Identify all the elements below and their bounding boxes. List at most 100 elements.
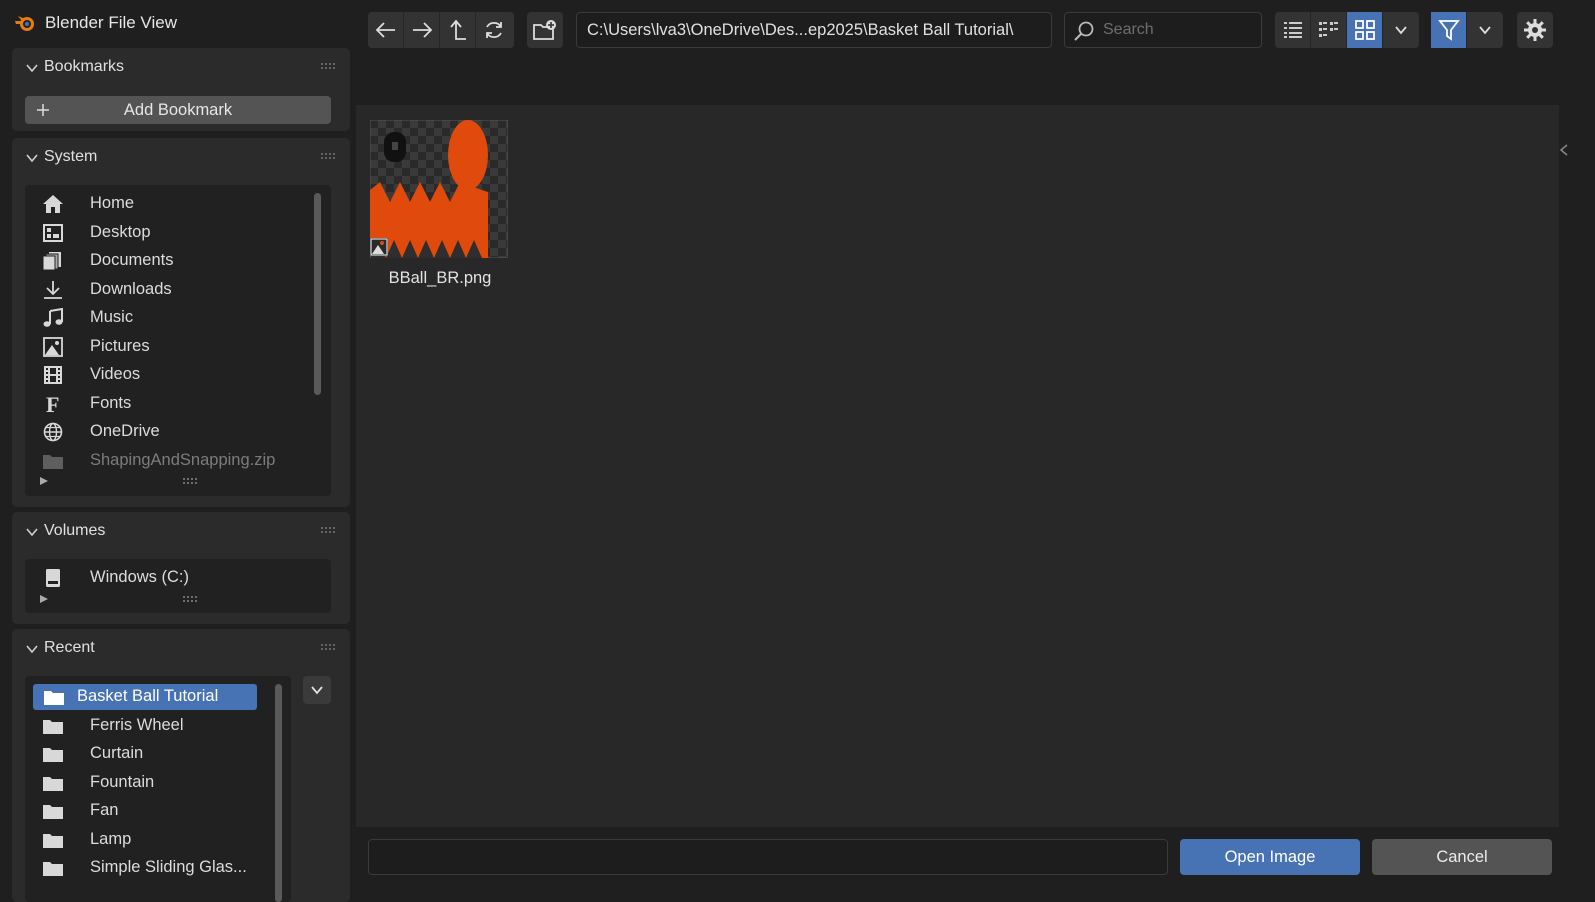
recent-list: Basket Ball Tutorial Ferris Wheel Curtai…	[25, 676, 291, 902]
volumes-list: Windows (C:)	[25, 559, 331, 613]
folder-icon	[44, 691, 64, 705]
system-item-downloads[interactable]: Downloads	[40, 277, 320, 303]
folder-icon	[43, 862, 63, 876]
system-item-documents[interactable]: Documents	[40, 248, 320, 274]
system-item-fonts[interactable]: F Fonts	[40, 391, 320, 417]
system-item-label: Downloads	[90, 279, 172, 298]
volumes-panel-header[interactable]: Volumes	[12, 512, 350, 552]
collapse-arrow-icon[interactable]	[1559, 143, 1569, 157]
file-view-window: Blender File View Bookmarks Add Bookmark	[0, 0, 1595, 902]
system-item-videos[interactable]: Videos	[40, 362, 320, 388]
home-icon	[43, 195, 63, 213]
search-placeholder: Search	[1103, 21, 1154, 38]
recent-item-label: Basket Ball Tutorial	[77, 687, 219, 705]
columns-view-icon	[1318, 22, 1338, 37]
drag-grip-icon[interactable]	[320, 62, 336, 70]
system-item-label: OneDrive	[90, 422, 160, 440]
volumes-title: Volumes	[44, 522, 106, 539]
system-item-music[interactable]: Music	[40, 305, 320, 331]
globe-icon	[43, 422, 63, 442]
system-item-shaping-zip[interactable]: ShapingAndSnapping.zip	[40, 448, 320, 474]
recent-panel-header[interactable]: Recent	[12, 629, 350, 669]
folder-icon	[43, 805, 63, 819]
drag-grip-icon[interactable]	[320, 152, 336, 160]
directory-path-text: C:\Users\lva3\OneDrive\Des...ep2025\Bask…	[587, 21, 1014, 39]
sidebar: Bookmarks Add Bookmark System Home Deskt…	[0, 46, 356, 902]
back-button[interactable]	[368, 12, 404, 48]
thumbnails-button[interactable]	[1347, 12, 1383, 48]
nav-button-group	[368, 12, 514, 48]
recent-title: Recent	[44, 639, 95, 656]
refresh-button[interactable]	[476, 12, 512, 48]
system-item-label: Videos	[90, 365, 141, 383]
arrow-up-icon	[449, 19, 466, 40]
drag-grip-icon[interactable]	[320, 526, 336, 534]
volume-item-label: Windows (C:)	[90, 568, 190, 586]
parent-directory-button[interactable]	[440, 12, 476, 48]
music-icon	[43, 308, 63, 327]
filter-group	[1431, 12, 1503, 48]
recent-item-label: Ferris Wheel	[90, 715, 184, 734]
search-field[interactable]: Search	[1064, 12, 1262, 48]
resize-grip-icon[interactable]	[182, 595, 200, 603]
folder-icon	[43, 748, 63, 762]
folder-icon	[43, 833, 63, 848]
recent-item-label: Simple Sliding Glas...	[90, 858, 247, 876]
file-name-label: BBall_BR.png	[388, 269, 492, 287]
bookmarks-panel-header[interactable]: Bookmarks	[12, 48, 350, 88]
settings-button[interactable]	[1517, 12, 1553, 48]
volume-item-windows[interactable]: Windows (C:)	[40, 565, 320, 591]
resize-grip-icon[interactable]	[182, 477, 200, 485]
filter-toggle-button[interactable]	[1431, 12, 1467, 48]
system-list-scrollbar[interactable]	[314, 193, 321, 395]
chevron-down-icon	[26, 645, 38, 654]
font-icon: F	[46, 394, 59, 414]
chevron-down-icon	[26, 528, 38, 537]
system-item-label: Fonts	[90, 393, 132, 412]
recent-item-label: Lamp	[90, 829, 132, 848]
bookmarks-title: Bookmarks	[44, 58, 125, 75]
horizontal-list-button[interactable]	[1311, 12, 1347, 48]
filter-settings-dropdown[interactable]	[1467, 12, 1503, 48]
recent-list-scrollbar[interactable]	[275, 684, 282, 902]
chevron-down-icon	[26, 64, 38, 73]
new-folder-icon	[533, 20, 556, 40]
system-item-label: ShapingAndSnapping.zip	[90, 450, 276, 469]
directory-path-field[interactable]: C:\Users\lva3\OneDrive\Des...ep2025\Bask…	[576, 12, 1052, 48]
grid-view-icon	[1354, 20, 1375, 40]
vertical-list-button[interactable]	[1275, 12, 1311, 48]
chevron-down-icon	[311, 686, 323, 695]
expand-arrow-icon[interactable]	[40, 477, 48, 485]
file-browser-area[interactable]	[356, 105, 1559, 827]
recent-item-label: Fountain	[90, 772, 155, 791]
new-folder-button[interactable]	[527, 12, 563, 48]
system-list: Home Desktop Documents Downloads Music P…	[25, 185, 331, 496]
image-thumbnail[interactable]	[370, 120, 508, 258]
system-item-home[interactable]: Home	[40, 191, 320, 217]
system-panel-header[interactable]: System	[12, 138, 350, 178]
videos-icon	[44, 366, 62, 384]
filename-input[interactable]	[368, 839, 1168, 875]
cancel-button[interactable]: Cancel	[1372, 839, 1552, 875]
forward-button[interactable]	[404, 12, 440, 48]
drag-grip-icon[interactable]	[320, 643, 336, 651]
desktop-icon	[43, 223, 63, 242]
expand-arrow-icon[interactable]	[40, 595, 48, 603]
pictures-icon	[43, 336, 63, 357]
search-icon	[1074, 21, 1094, 41]
system-title: System	[44, 148, 98, 165]
system-item-desktop[interactable]: Desktop	[40, 220, 320, 246]
add-bookmark-label: Add Bookmark	[123, 101, 233, 119]
refresh-icon	[486, 21, 502, 39]
system-item-onedrive[interactable]: OneDrive	[40, 419, 320, 445]
chevron-down-icon	[1479, 26, 1491, 35]
recent-dropdown-button[interactable]	[303, 676, 331, 704]
window-title: Blender File View	[45, 13, 177, 32]
open-image-button[interactable]: Open Image	[1180, 839, 1360, 875]
chevron-down-icon	[26, 154, 38, 163]
display-settings-dropdown[interactable]	[1383, 12, 1419, 48]
add-bookmark-button[interactable]: Add Bookmark	[25, 96, 331, 124]
recent-item-basket-ball[interactable]: Basket Ball Tutorial	[33, 684, 257, 710]
recent-item-label: Fan	[90, 801, 119, 819]
system-item-pictures[interactable]: Pictures	[40, 334, 320, 360]
